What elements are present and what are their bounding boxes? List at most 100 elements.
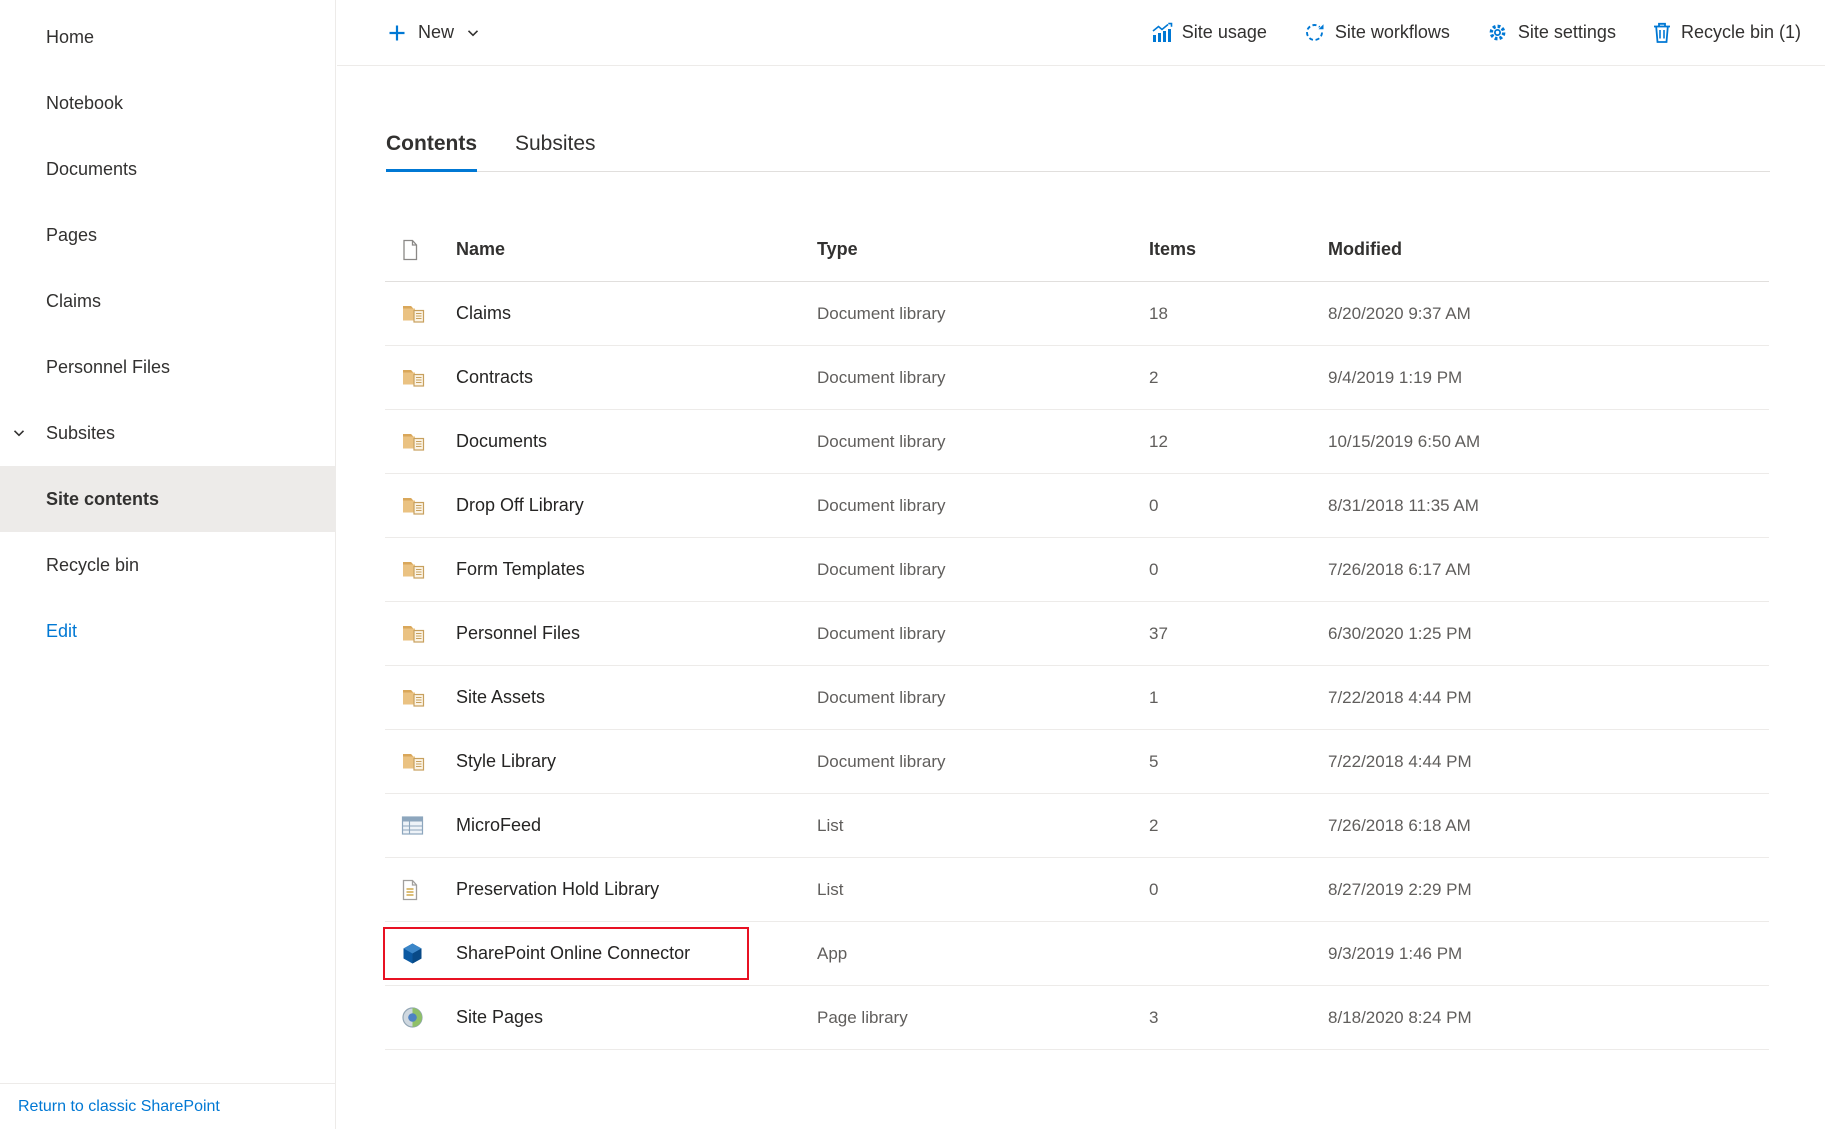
sidebar-item-subsites[interactable]: Subsites — [0, 400, 335, 466]
table-row[interactable]: Claims Document library 18 8/20/2020 9:3… — [385, 282, 1769, 346]
sidebar-item-label: Pages — [46, 225, 97, 246]
document-icon — [401, 239, 419, 261]
row-icon-cell — [385, 815, 456, 836]
document-icon — [401, 879, 419, 901]
sidebar-item-site-contents[interactable]: Site contents — [0, 466, 335, 532]
item-name[interactable]: Personnel Files — [456, 623, 817, 644]
row-icon-cell — [385, 430, 456, 453]
sync-icon — [1303, 21, 1326, 44]
tab-contents-label: Contents — [386, 132, 477, 155]
sidebar-item-edit[interactable]: Edit — [0, 598, 335, 664]
item-name[interactable]: Site Assets — [456, 687, 817, 708]
item-type: Document library — [817, 368, 1149, 388]
sidebar-item-personnel-files[interactable]: Personnel Files — [0, 334, 335, 400]
recycle-bin-1-button[interactable]: Recycle bin (1) — [1652, 21, 1801, 44]
item-type: Document library — [817, 624, 1149, 644]
table-row[interactable]: Site Assets Document library 1 7/22/2018… — [385, 666, 1769, 730]
gear-icon — [1486, 21, 1509, 44]
bar-chart-icon — [1150, 21, 1173, 44]
item-name[interactable]: Claims — [456, 303, 817, 324]
item-name[interactable]: MicroFeed — [456, 815, 817, 836]
item-count: 3 — [1149, 1008, 1328, 1028]
item-name[interactable]: SharePoint Online Connector — [456, 943, 817, 964]
action-label: Recycle bin (1) — [1681, 22, 1801, 43]
row-icon-cell — [385, 942, 456, 965]
site-workflows-button[interactable]: Site workflows — [1303, 21, 1450, 44]
tab-subsites-label: Subsites — [515, 132, 596, 155]
sidebar-item-home[interactable]: Home — [0, 4, 335, 70]
sidebar-item-label: Site contents — [46, 489, 159, 510]
tab-subsites[interactable]: Subsites — [515, 132, 596, 171]
item-name[interactable]: Contracts — [456, 367, 817, 388]
sidebar-item-label: Claims — [46, 291, 101, 312]
plus-icon — [386, 22, 408, 44]
item-modified: 10/15/2019 6:50 AM — [1328, 432, 1769, 452]
new-button[interactable]: New — [386, 22, 480, 44]
item-modified: 7/26/2018 6:18 AM — [1328, 816, 1769, 836]
table-row[interactable]: Contracts Document library 2 9/4/2019 1:… — [385, 346, 1769, 410]
table-row[interactable]: MicroFeed List 2 7/26/2018 6:18 AM — [385, 794, 1769, 858]
sidebar-item-claims[interactable]: Claims — [0, 268, 335, 334]
table-row[interactable]: Personnel Files Document library 37 6/30… — [385, 602, 1769, 666]
table-row[interactable]: Preservation Hold Library List 0 8/27/20… — [385, 858, 1769, 922]
sidebar-item-recycle-bin[interactable]: Recycle bin — [0, 532, 335, 598]
library-icon — [401, 302, 426, 325]
library-icon — [401, 430, 426, 453]
item-type: Document library — [817, 752, 1149, 772]
new-button-label: New — [418, 22, 454, 43]
item-modified: 8/27/2019 2:29 PM — [1328, 880, 1769, 900]
column-header-items[interactable]: Items — [1149, 239, 1328, 260]
sidebar-item-label: Edit — [46, 621, 77, 642]
table-row[interactable]: Drop Off Library Document library 0 8/31… — [385, 474, 1769, 538]
item-name[interactable]: Documents — [456, 431, 817, 452]
sidebar-item-label: Home — [46, 27, 94, 48]
sidebar-nav: Home NotebookDocuments Pages Claims Personne… — [0, 0, 335, 1083]
library-icon — [401, 622, 426, 645]
item-count: 0 — [1149, 880, 1328, 900]
column-header-name[interactable]: Name — [456, 239, 817, 260]
item-modified: 7/22/2018 4:44 PM — [1328, 752, 1769, 772]
column-header-type[interactable]: Type — [817, 239, 1149, 260]
item-modified: 8/18/2020 8:24 PM — [1328, 1008, 1769, 1028]
app-icon — [401, 942, 424, 965]
item-modified: 7/26/2018 6:17 AM — [1328, 560, 1769, 580]
return-to-classic-link[interactable]: Return to classic SharePoint — [18, 1098, 220, 1116]
item-type: Document library — [817, 304, 1149, 324]
sidebar-item-notebook[interactable]: Notebook — [0, 70, 335, 136]
sidebar: Home NotebookDocuments Pages Claims Personne… — [0, 0, 336, 1129]
table-row[interactable]: Style Library Document library 5 7/22/20… — [385, 730, 1769, 794]
sidebar-item-pages[interactable]: Pages — [0, 202, 335, 268]
pivot-tabs: Contents Subsites — [386, 132, 1770, 172]
action-label: Site settings — [1518, 22, 1616, 43]
table-row[interactable]: Site Pages Page library 3 8/18/2020 8:24… — [385, 986, 1769, 1050]
chevron-down-icon[interactable] — [12, 426, 26, 440]
sidebar-item-documents[interactable]: Documents — [0, 136, 335, 202]
item-modified: 8/20/2020 9:37 AM — [1328, 304, 1769, 324]
sidebar-item-label: Recycle bin — [46, 555, 139, 576]
item-modified: 7/22/2018 4:44 PM — [1328, 688, 1769, 708]
item-count: 1 — [1149, 688, 1328, 708]
item-type: App — [817, 944, 1149, 964]
column-header-modified[interactable]: Modified — [1328, 239, 1769, 260]
list-icon — [401, 815, 424, 836]
site-usage-button[interactable]: Site usage — [1150, 21, 1267, 44]
library-icon — [401, 366, 426, 389]
table-row[interactable]: SharePoint Online Connector App 9/3/2019… — [385, 922, 1769, 986]
action-label: Site workflows — [1335, 22, 1450, 43]
item-type: List — [817, 816, 1149, 836]
item-name[interactable]: Drop Off Library — [456, 495, 817, 516]
item-name[interactable]: Style Library — [456, 751, 817, 772]
item-type: Document library — [817, 688, 1149, 708]
row-icon-cell — [385, 366, 456, 389]
command-bar-actions: Site usage Site workflows Site settings Rec… — [1150, 21, 1801, 44]
chevron-down-icon — [466, 26, 480, 40]
site-settings-button[interactable]: Site settings — [1486, 21, 1616, 44]
table-row[interactable]: Documents Document library 12 10/15/2019… — [385, 410, 1769, 474]
item-name[interactable]: Site Pages — [456, 1007, 817, 1028]
table-row[interactable]: Form Templates Document library 0 7/26/2… — [385, 538, 1769, 602]
item-name[interactable]: Form Templates — [456, 559, 817, 580]
item-count: 37 — [1149, 624, 1328, 644]
item-count: 5 — [1149, 752, 1328, 772]
item-name[interactable]: Preservation Hold Library — [456, 879, 817, 900]
tab-contents[interactable]: Contents — [386, 132, 477, 171]
